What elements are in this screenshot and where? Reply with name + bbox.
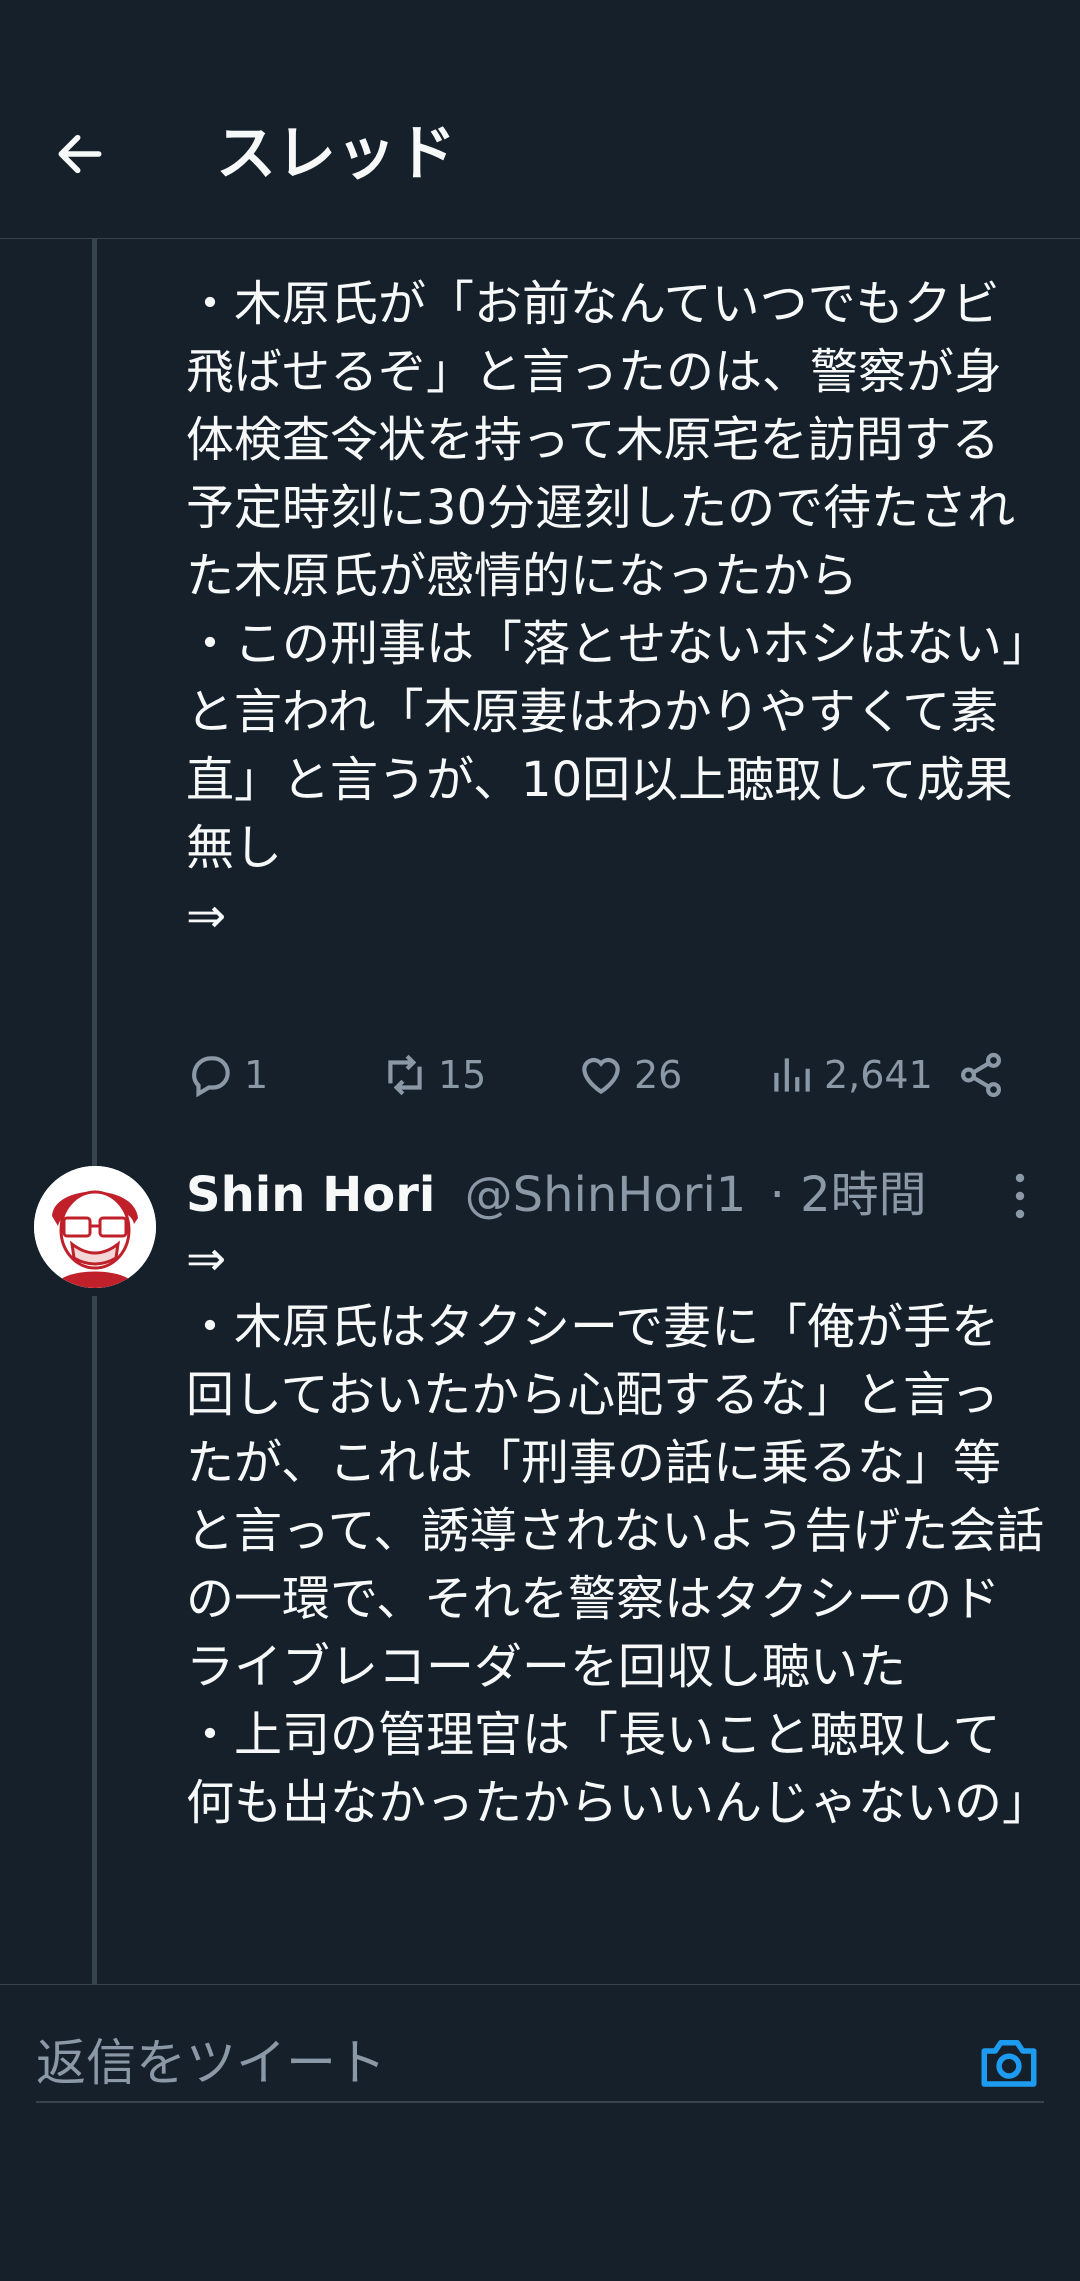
like-button[interactable]: 26 xyxy=(576,1040,682,1110)
retweet-icon xyxy=(388,1054,422,1096)
page-title: スレッド xyxy=(216,119,456,189)
views-icon xyxy=(774,1058,810,1092)
camera-button[interactable] xyxy=(976,2029,1042,2095)
avatar[interactable] xyxy=(34,1166,156,1288)
more-icon xyxy=(1015,1173,1025,1219)
tweet-text-2: ⇒ ・木原氏はタクシーで妻に「俺が手を回しておいたから心配するな」と言ったが、こ… xyxy=(186,1231,1051,1831)
back-arrow-icon xyxy=(58,134,102,174)
tweet-time: · 2時間 xyxy=(769,1167,927,1223)
app-header: スレッド xyxy=(0,0,1080,239)
author-name[interactable]: Shin Hori xyxy=(186,1167,435,1223)
thread-line-bottom xyxy=(92,1296,97,1984)
reply-count: 1 xyxy=(244,1053,269,1097)
reply-button[interactable]: 1 xyxy=(186,1040,268,1110)
retweet-button[interactable]: 15 xyxy=(380,1040,486,1110)
tweet-text-1: ・木原氏が「お前なんていつでもクビ飛ばせるぞ」と言ったのは、警察が身体検査令状を… xyxy=(186,276,1027,944)
retweet-count: 15 xyxy=(438,1053,487,1097)
tweet-header-2: Shin Hori @ShinHori1 · 2時間 xyxy=(186,1162,927,1228)
views-count: 2,641 xyxy=(824,1053,933,1097)
thread-line-top xyxy=(92,238,97,1168)
camera-icon xyxy=(981,2040,1037,2087)
tweet-actions-1: 1 15 26 2,641 xyxy=(186,1040,1016,1110)
back-button[interactable] xyxy=(52,126,108,182)
more-options-button[interactable] xyxy=(1000,1168,1040,1224)
reply-composer xyxy=(0,1984,1080,2281)
reply-icon xyxy=(192,1056,230,1098)
views-button[interactable]: 2,641 xyxy=(766,1040,933,1110)
reply-input[interactable] xyxy=(36,2025,1044,2103)
like-count: 26 xyxy=(634,1053,683,1097)
share-icon xyxy=(961,1052,1001,1098)
share-button[interactable] xyxy=(956,1040,1014,1110)
like-icon xyxy=(582,1057,620,1095)
author-handle[interactable]: @ShinHori1 xyxy=(465,1167,747,1223)
